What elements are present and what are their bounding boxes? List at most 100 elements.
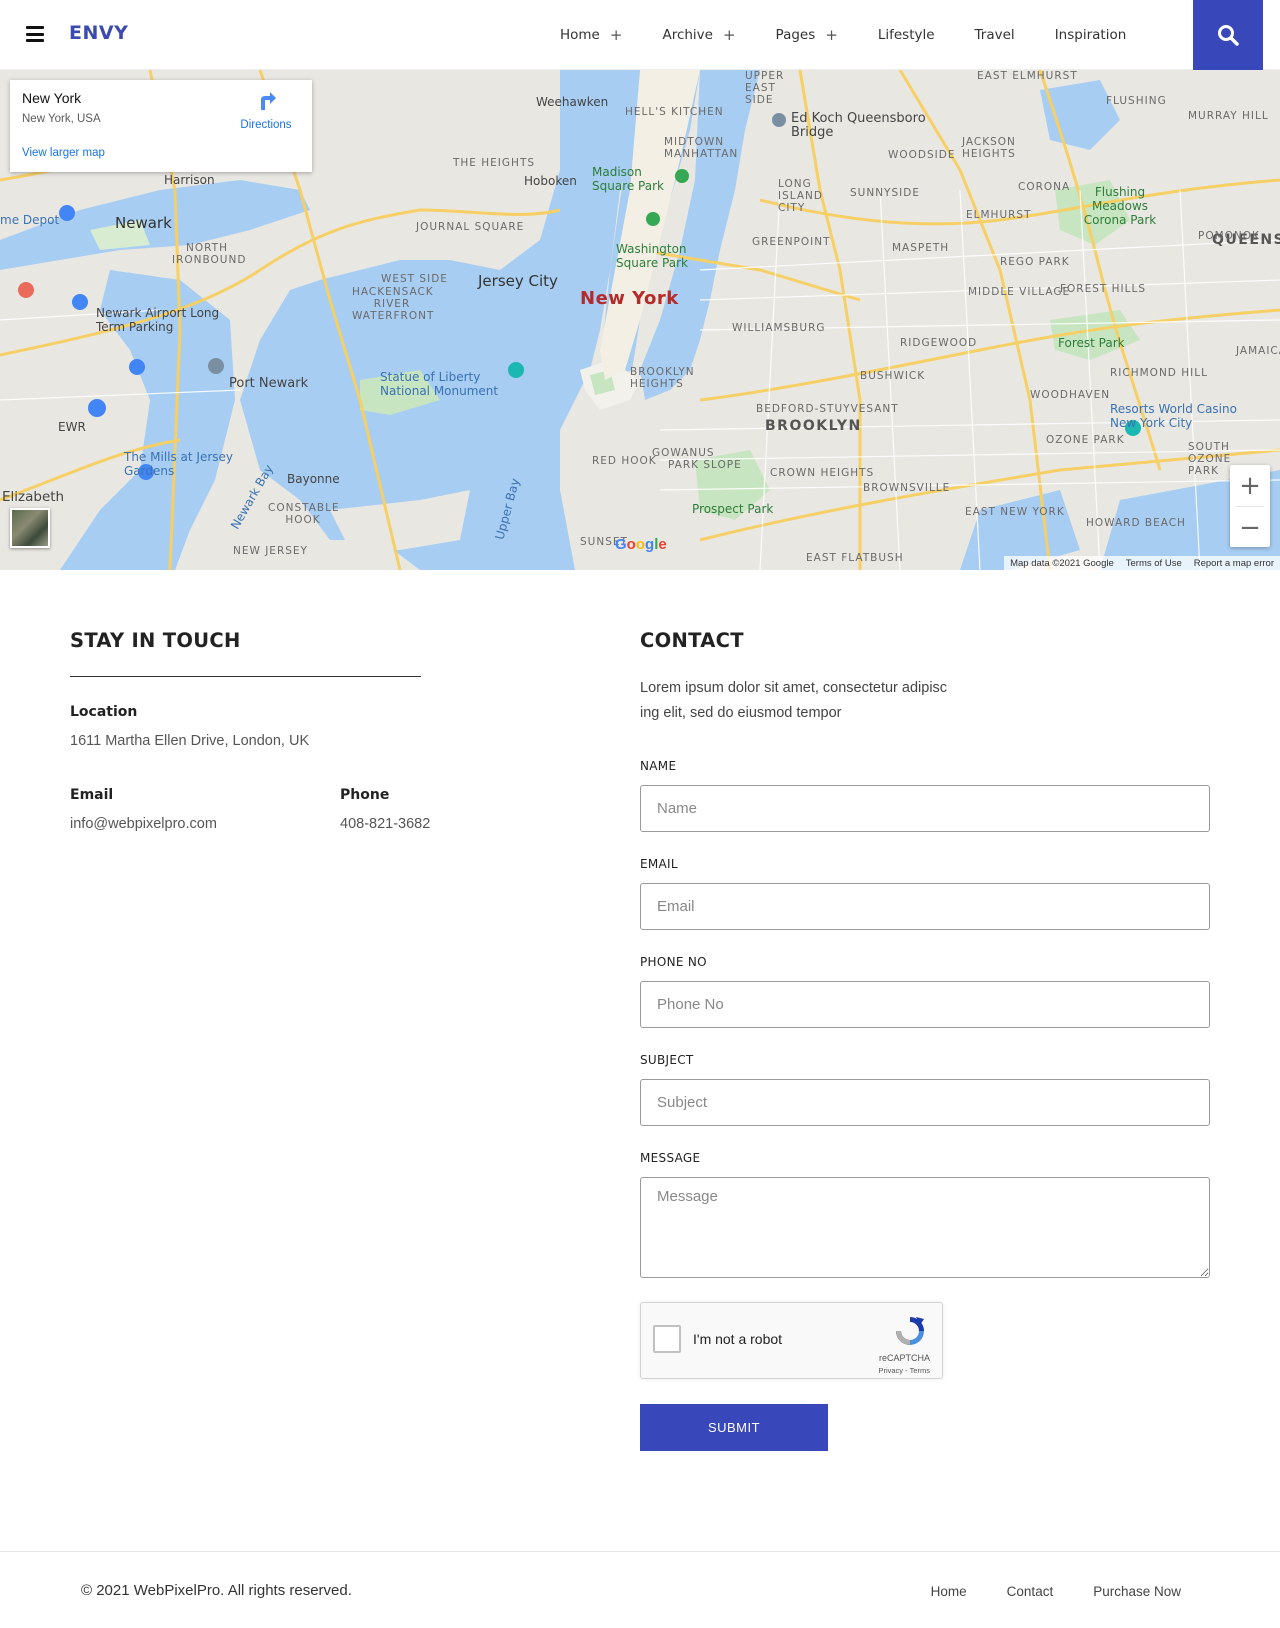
map-label-hoboken: Hoboken	[524, 174, 577, 188]
recaptcha-label: I'm not a robot	[693, 1331, 783, 1347]
map-info-card: New York New York, USA View larger map D…	[10, 80, 312, 172]
site-logo[interactable]: ENVY	[69, 22, 128, 44]
view-larger-map-link[interactable]: View larger map	[22, 147, 105, 159]
map-attribution: Map data ©2021 Google Terms of Use Repor…	[1004, 556, 1280, 570]
map-label-woodside: WOODSIDE	[888, 149, 956, 161]
recaptcha-icon	[896, 1317, 924, 1345]
footer-link-purchase[interactable]: Purchase Now	[1093, 1584, 1181, 1599]
menu-icon[interactable]	[26, 26, 44, 42]
name-label: NAME	[640, 759, 677, 773]
google-logo: Google	[615, 536, 667, 553]
map-label-the-heights: THE HEIGHTS	[453, 157, 536, 169]
phone-label: Phone	[340, 787, 390, 803]
message-input[interactable]	[640, 1177, 1210, 1278]
map-label-brooklyn: BROOKLYN	[765, 418, 862, 434]
map-label-east-elmhurst: EAST ELMHURST	[977, 70, 1078, 82]
map-label-bedford: BEDFORD-STUYVESANT	[756, 403, 899, 415]
map-label-newark-airport: Newark Airport Long Term Parking	[96, 306, 220, 334]
map-label-hackensack: HACKENSACK RIVER WATERFRONT	[352, 286, 435, 322]
contact-description-line: Lorem ipsum dolor sit amet, consectetur …	[640, 680, 948, 696]
plus-icon: +	[609, 26, 623, 44]
map-label-park-slope: PARK SLOPE	[668, 459, 742, 471]
map-label-north-ironbound: NORTH IRONBOUND	[172, 242, 247, 266]
location-value: 1611 Martha Ellen Drive, London, UK	[70, 733, 310, 749]
nav-item-inspiration[interactable]: Inspiration	[1055, 27, 1127, 43]
main-nav: Home + Archive + Pages + Lifestyle Travel I…	[560, 0, 1166, 70]
map-embed[interactable]: New York Jersey City Newark BROOKLYN QUE…	[0, 70, 1280, 570]
recaptcha-widget: I'm not a robot reCAPTCHA Privacy - Term…	[640, 1302, 943, 1379]
name-input[interactable]	[640, 785, 1210, 832]
submit-button[interactable]: SUBMIT	[640, 1404, 828, 1451]
phone-input[interactable]	[640, 981, 1210, 1028]
email-label: Email	[70, 787, 114, 803]
map-label-ewr: EWR	[58, 420, 86, 434]
map-label-middle-village: MIDDLE VILLAGE	[968, 286, 1071, 298]
map-label-bayonne: Bayonne	[287, 472, 340, 486]
directions-button[interactable]: Directions	[238, 90, 294, 131]
nav-item-lifestyle[interactable]: Lifestyle	[878, 27, 935, 43]
map-label-east-new-york: EAST NEW YORK	[965, 506, 1065, 518]
email-value[interactable]: info@webpixelpro.com	[70, 816, 217, 832]
map-label-forest-hills: FOREST HILLS	[1060, 283, 1147, 295]
satellite-toggle[interactable]	[10, 508, 50, 548]
nav-item-pages[interactable]: Pages +	[776, 26, 838, 44]
map-label-flushing-meadows: Flushing Meadows Corona Park	[1083, 185, 1157, 227]
nav-item-travel[interactable]: Travel	[975, 27, 1015, 43]
nav-label: Travel	[974, 27, 1015, 43]
contact-title: CONTACT	[640, 629, 744, 652]
footer-link-contact[interactable]: Contact	[1007, 1584, 1054, 1599]
map-label-woodhaven: WOODHAVEN	[1030, 389, 1111, 401]
map-label-corona: CORONA	[1018, 181, 1071, 193]
recaptcha-checkbox[interactable]	[653, 1325, 681, 1353]
terms-of-use-link[interactable]: Terms of Use	[1126, 558, 1182, 569]
footer-link-home[interactable]: Home	[931, 1584, 967, 1599]
phone-value[interactable]: 408-821-3682	[340, 816, 430, 832]
stay-in-touch-title: STAY IN TOUCH	[70, 629, 241, 652]
email-field-label: EMAIL	[640, 857, 678, 871]
nav-item-home[interactable]: Home +	[560, 26, 622, 44]
nav-label: Archive	[662, 27, 713, 43]
map-label-red-hook: RED HOOK	[592, 455, 657, 467]
map-label-new-jersey: NEW JERSEY	[233, 545, 308, 557]
site-footer: © 2021 WebPixelPro. All rights reserved.…	[0, 1551, 1280, 1628]
contact-description-line: ing elit, sed do eiusmod tempor	[640, 705, 842, 721]
nav-label: Inspiration	[1054, 27, 1127, 43]
report-error-link[interactable]: Report a map error	[1194, 558, 1274, 569]
map-label-flushing: FLUSHING	[1106, 95, 1167, 107]
map-label-williamsburg: WILLIAMSBURG	[732, 322, 826, 334]
map-label-prospect-park: Prospect Park	[692, 502, 774, 516]
map-label-resorts: Resorts World Casino New York City	[1110, 402, 1237, 430]
site-header: ENVY Home + Archive + Pages + Lifestyle Tra…	[0, 0, 1280, 70]
map-label-howard-beach: HOWARD BEACH	[1086, 517, 1186, 529]
map-label-sunnyside: SUNNYSIDE	[850, 187, 920, 199]
map-label-richmond-hill: RICHMOND HILL	[1110, 367, 1208, 379]
zoom-in-button[interactable]: +	[1230, 465, 1270, 506]
map-label-harrison: Harrison	[164, 173, 215, 187]
map-label-newark: Newark	[115, 214, 172, 232]
map-label-madison: Madison Square Park	[592, 165, 664, 193]
map-label-jackson-heights: JACKSON HEIGHTS	[962, 136, 1016, 160]
email-input[interactable]	[640, 883, 1210, 930]
map-label-elmhurst: ELMHURST	[966, 209, 1032, 221]
map-label-washington: Washington Square Park	[616, 242, 688, 270]
nav-label: Home	[560, 27, 600, 43]
map-label-elizabeth: Elizabeth	[2, 489, 65, 505]
directions-icon	[261, 92, 276, 110]
recaptcha-brand: reCAPTCHA	[878, 1353, 930, 1363]
location-label: Location	[70, 704, 138, 720]
place-title: New York	[22, 90, 82, 106]
search-button[interactable]	[1193, 0, 1263, 70]
map-label-journal-square: JOURNAL SQUARE	[416, 221, 525, 233]
map-label-bushwick: BUSHWICK	[860, 370, 926, 382]
subject-input[interactable]	[640, 1079, 1210, 1126]
map-label-jersey-city: Jersey City	[478, 272, 558, 290]
map-label-depot: me Depot	[0, 213, 60, 227]
zoom-controls: + −	[1230, 465, 1270, 547]
map-label-ozone-park: OZONE PARK	[1046, 434, 1125, 446]
nav-item-archive[interactable]: Archive +	[662, 26, 735, 44]
map-label-maspeth: MASPETH	[892, 242, 950, 254]
recaptcha-terms[interactable]: Privacy - Terms	[878, 1366, 930, 1375]
message-label: MESSAGE	[640, 1151, 701, 1165]
plus-icon: +	[722, 26, 736, 44]
zoom-out-button[interactable]: −	[1230, 507, 1270, 548]
